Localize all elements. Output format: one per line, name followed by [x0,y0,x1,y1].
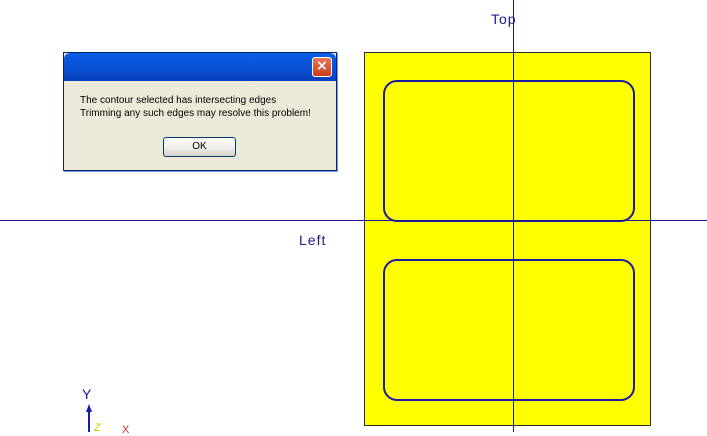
contour-top[interactable] [383,80,635,222]
ucs-y-arrow-icon [86,404,92,432]
ucs-z-label: Z [94,422,101,434]
view-label-left: Left [299,232,327,248]
ucs-y-label: Y [82,386,92,402]
contour-bottom[interactable] [383,259,635,401]
dialog-titlebar[interactable]: × [64,53,336,81]
yellow-sheet[interactable] [364,52,651,426]
ucs-x-label: X [122,424,130,436]
close-button[interactable]: × [312,57,332,77]
warning-dialog: × The contour selected has intersecting … [63,52,337,171]
ucs-axis-icon: Y Z X [78,386,138,436]
ok-button[interactable]: OK [163,137,236,157]
dialog-message-line-1: The contour selected has intersecting ed… [80,95,277,106]
horizontal-axis-line [0,220,707,221]
dialog-message-line-2: Trimming any such edges may resolve this… [80,108,311,119]
vertical-axis-line [513,0,514,432]
view-label-top: Top [491,11,517,27]
